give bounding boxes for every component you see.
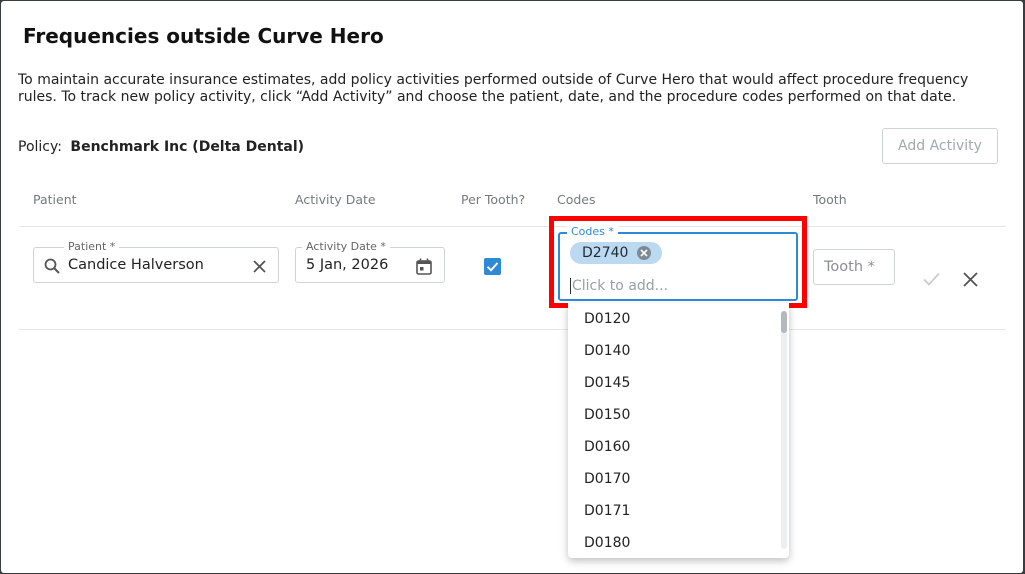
search-icon [44, 258, 60, 274]
per-tooth-checkbox[interactable] [484, 258, 501, 275]
policy-name: Benchmark Inc (Delta Dental) [70, 139, 305, 155]
dialog-title: Frequencies outside Curve Hero [23, 24, 384, 48]
confirm-check-icon[interactable] [922, 271, 941, 287]
column-header-patient: Patient [33, 192, 77, 207]
code-option[interactable]: D0145 [568, 367, 789, 399]
codes-field[interactable]: Codes * D2740 Click to add... [558, 225, 798, 301]
dialog-description: To maintain accurate insurance estimates… [18, 72, 969, 105]
calendar-icon[interactable] [416, 258, 432, 275]
code-option[interactable]: D0150 [568, 399, 789, 431]
codes-field-label: Codes * [567, 225, 618, 239]
column-header-tooth: Tooth [813, 192, 847, 207]
activity-date-field[interactable]: Activity Date * 5 Jan, 2026 [295, 240, 445, 283]
activity-date-value: 5 Jan, 2026 [306, 257, 389, 273]
dropdown-scrollbar[interactable] [781, 311, 787, 549]
policy-row: Policy: Benchmark Inc (Delta Dental) [18, 139, 304, 155]
circle-x-icon[interactable] [636, 245, 652, 261]
patient-field-label: Patient * [64, 240, 120, 254]
code-option[interactable]: D0180 [568, 527, 789, 558]
code-chip[interactable]: D2740 [570, 242, 662, 264]
code-chip-label: D2740 [582, 245, 629, 261]
patient-field[interactable]: Patient * Candice Halverson [33, 240, 279, 283]
add-activity-button[interactable]: Add Activity [882, 128, 998, 164]
codes-input[interactable]: Click to add... [570, 278, 668, 294]
tooth-field[interactable]: Tooth * [813, 249, 895, 285]
frequencies-dialog: Frequencies outside Curve Hero To mainta… [1, 1, 1023, 573]
code-option[interactable]: D0170 [568, 463, 789, 495]
check-icon [486, 262, 499, 272]
row-divider [19, 329, 1006, 330]
code-option[interactable]: D0140 [568, 335, 789, 367]
codes-dropdown: D0120 D0140 D0145 D0150 D0160 D0170 D017… [568, 303, 789, 558]
tooth-placeholder: Tooth * [824, 259, 875, 275]
code-option[interactable]: D0171 [568, 495, 789, 527]
activity-date-label: Activity Date * [302, 240, 390, 254]
column-header-per-tooth: Per Tooth? [461, 192, 526, 207]
close-icon[interactable] [253, 260, 266, 273]
code-option[interactable]: D0160 [568, 431, 789, 463]
dropdown-scroll-thumb[interactable] [781, 311, 787, 333]
codes-option-list: D0120 D0140 D0145 D0150 D0160 D0170 D017… [568, 303, 789, 558]
code-option[interactable]: D0120 [568, 303, 789, 335]
patient-value: Candice Halverson [68, 257, 204, 273]
cancel-icon[interactable] [963, 272, 978, 287]
column-header-activity-date: Activity Date [295, 192, 376, 207]
policy-label: Policy: [18, 139, 62, 155]
column-header-codes: Codes [557, 192, 596, 207]
header-divider [19, 226, 1006, 227]
